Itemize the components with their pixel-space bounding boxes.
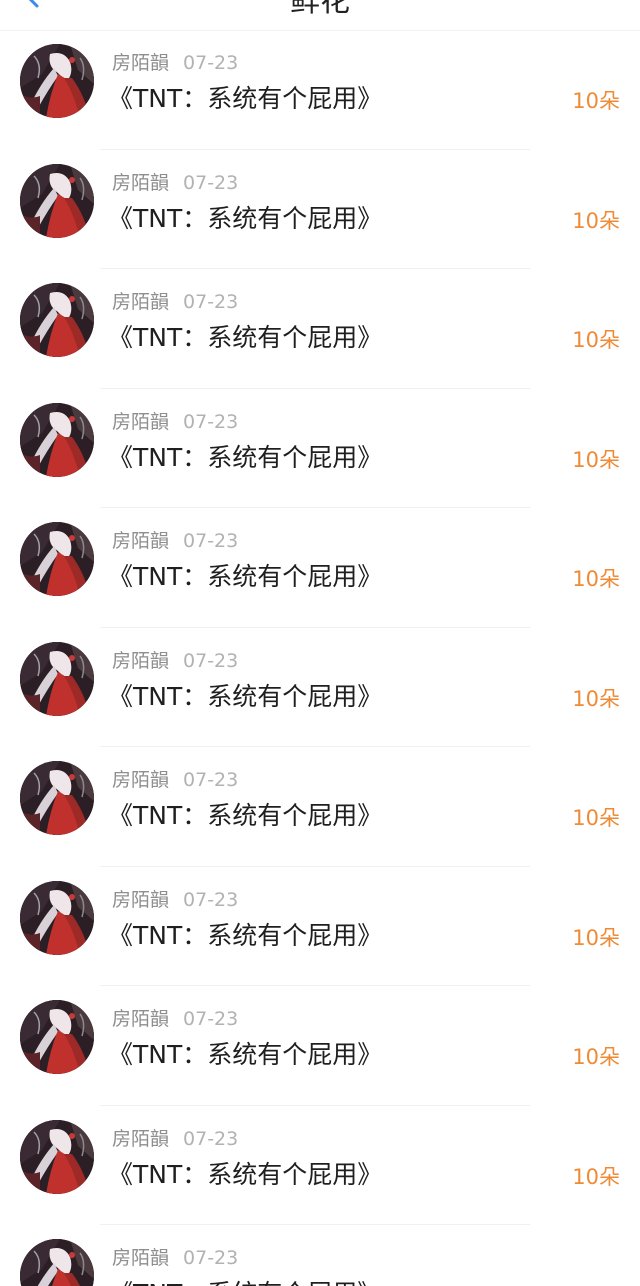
sender-name[interactable]: 房陌韻 [112, 1247, 169, 1269]
sender-name[interactable]: 房陌韻 [112, 291, 169, 313]
flower-amount: 10朵 [572, 1281, 620, 1286]
page-title: 鲜花 [290, 0, 350, 19]
flower-amount: 10朵 [572, 806, 620, 830]
book-title[interactable]: 《TNT：系统有个屁用》 [108, 800, 382, 832]
flower-amount: 10朵 [572, 567, 620, 591]
flower-amount: 10朵 [572, 925, 620, 950]
gift-date: 07-23 [183, 530, 239, 552]
sender-name[interactable]: 房陌韻 [112, 769, 169, 791]
list-item[interactable]: 房陌韻 07-23 《TNT：系统有个屁用》 10朵 [0, 1225, 640, 1286]
item-meta: 房陌韻 07-23 [112, 528, 238, 554]
item-meta: 房陌韻 07-23 [112, 409, 238, 435]
list-item[interactable]: 房陌韻 07-23 《TNT：系统有个屁用》 10朵 [0, 269, 640, 389]
gift-date: 07-23 [183, 649, 239, 672]
flower-amount: 10朵 [572, 686, 620, 711]
item-meta: 房陌韻 07-23 [112, 887, 238, 913]
book-title[interactable]: 《TNT：系统有个屁用》 [108, 1278, 382, 1286]
list-item[interactable]: 房陌韻 07-23 《TNT：系统有个屁用》 10朵 [0, 30, 640, 150]
book-title[interactable]: 《TNT：系统有个屁用》 [108, 561, 382, 593]
avatar[interactable] [20, 1239, 94, 1286]
gift-date: 07-23 [183, 171, 239, 194]
nav-bar: 鲜花 [0, 0, 640, 31]
gift-date: 07-23 [183, 291, 239, 313]
gift-date: 07-23 [183, 1008, 239, 1030]
sender-name[interactable]: 房陌韻 [112, 1008, 169, 1030]
item-meta: 房陌韻 07-23 [112, 767, 238, 793]
book-title[interactable]: 《TNT：系统有个屁用》 [108, 681, 382, 713]
sender-name[interactable]: 房陌韻 [112, 1128, 169, 1150]
avatar[interactable] [20, 1000, 94, 1074]
list-item[interactable]: 房陌韻 07-23 《TNT：系统有个屁用》 10朵 [0, 389, 640, 508]
book-title[interactable]: 《TNT：系统有个屁用》 [108, 83, 382, 115]
gift-date: 07-23 [183, 769, 239, 791]
flower-amount: 10朵 [572, 328, 620, 352]
book-title[interactable]: 《TNT：系统有个屁用》 [108, 920, 382, 952]
gift-date: 07-23 [183, 410, 239, 433]
sender-name[interactable]: 房陌韻 [112, 530, 169, 552]
gift-date: 07-23 [183, 52, 239, 74]
item-meta: 房陌韻 07-23 [112, 1006, 238, 1032]
flower-amount: 10朵 [572, 208, 620, 233]
item-meta: 房陌韻 07-23 [112, 1126, 238, 1152]
item-meta: 房陌韻 07-23 [112, 170, 238, 196]
list-item[interactable]: 房陌韻 07-23 《TNT：系统有个屁用》 10朵 [0, 628, 640, 747]
list-item[interactable]: 房陌韻 07-23 《TNT：系统有个屁用》 10朵 [0, 747, 640, 867]
book-title[interactable]: 《TNT：系统有个屁用》 [108, 203, 382, 235]
sender-name[interactable]: 房陌韻 [112, 52, 169, 74]
flower-amount: 10朵 [572, 1164, 620, 1189]
gift-date: 07-23 [183, 888, 239, 911]
sender-name[interactable]: 房陌韻 [112, 650, 169, 672]
gift-date: 07-23 [183, 1247, 239, 1269]
flower-amount: 10朵 [572, 1045, 620, 1069]
gift-list: 房陌韻 07-23 《TNT：系统有个屁用》 10朵 房陌韻 07-23 《TN… [0, 30, 640, 1286]
book-title[interactable]: 《TNT：系统有个屁用》 [108, 1039, 382, 1071]
avatar[interactable] [20, 1119, 94, 1194]
avatar[interactable] [20, 880, 94, 955]
book-title[interactable]: 《TNT：系统有个屁用》 [108, 322, 382, 354]
item-meta: 房陌韻 07-23 [112, 50, 238, 76]
item-meta: 房陌韻 07-23 [112, 1245, 238, 1271]
avatar[interactable] [20, 44, 94, 118]
list-item[interactable]: 房陌韻 07-23 《TNT：系统有个屁用》 10朵 [0, 508, 640, 628]
item-meta: 房陌韻 07-23 [112, 648, 238, 674]
avatar[interactable] [20, 641, 94, 716]
avatar[interactable] [20, 522, 94, 596]
sender-name[interactable]: 房陌韻 [112, 411, 169, 433]
item-meta: 房陌韻 07-23 [112, 289, 238, 315]
list-item[interactable]: 房陌韻 07-23 《TNT：系统有个屁用》 10朵 [0, 986, 640, 1106]
sender-name[interactable]: 房陌韻 [112, 889, 169, 911]
sender-name[interactable]: 房陌韻 [112, 172, 169, 194]
avatar[interactable] [20, 402, 94, 477]
list-item[interactable]: 房陌韻 07-23 《TNT：系统有个屁用》 10朵 [0, 150, 640, 269]
flower-amount: 10朵 [572, 89, 620, 113]
flower-amount: 10朵 [572, 447, 620, 472]
avatar[interactable] [20, 761, 94, 835]
list-item[interactable]: 房陌韻 07-23 《TNT：系统有个屁用》 10朵 [0, 1106, 640, 1225]
avatar[interactable] [20, 163, 94, 238]
book-title[interactable]: 《TNT：系统有个屁用》 [108, 442, 382, 474]
avatar[interactable] [20, 283, 94, 357]
book-title[interactable]: 《TNT：系统有个屁用》 [108, 1159, 382, 1191]
flowers-page: 鲜花 房陌韻 07-23 《TNT：系统有个屁用》 10朵 房陌韻 07-23 … [0, 0, 640, 1286]
gift-date: 07-23 [183, 1127, 239, 1150]
list-item[interactable]: 房陌韻 07-23 《TNT：系统有个屁用》 10朵 [0, 867, 640, 986]
